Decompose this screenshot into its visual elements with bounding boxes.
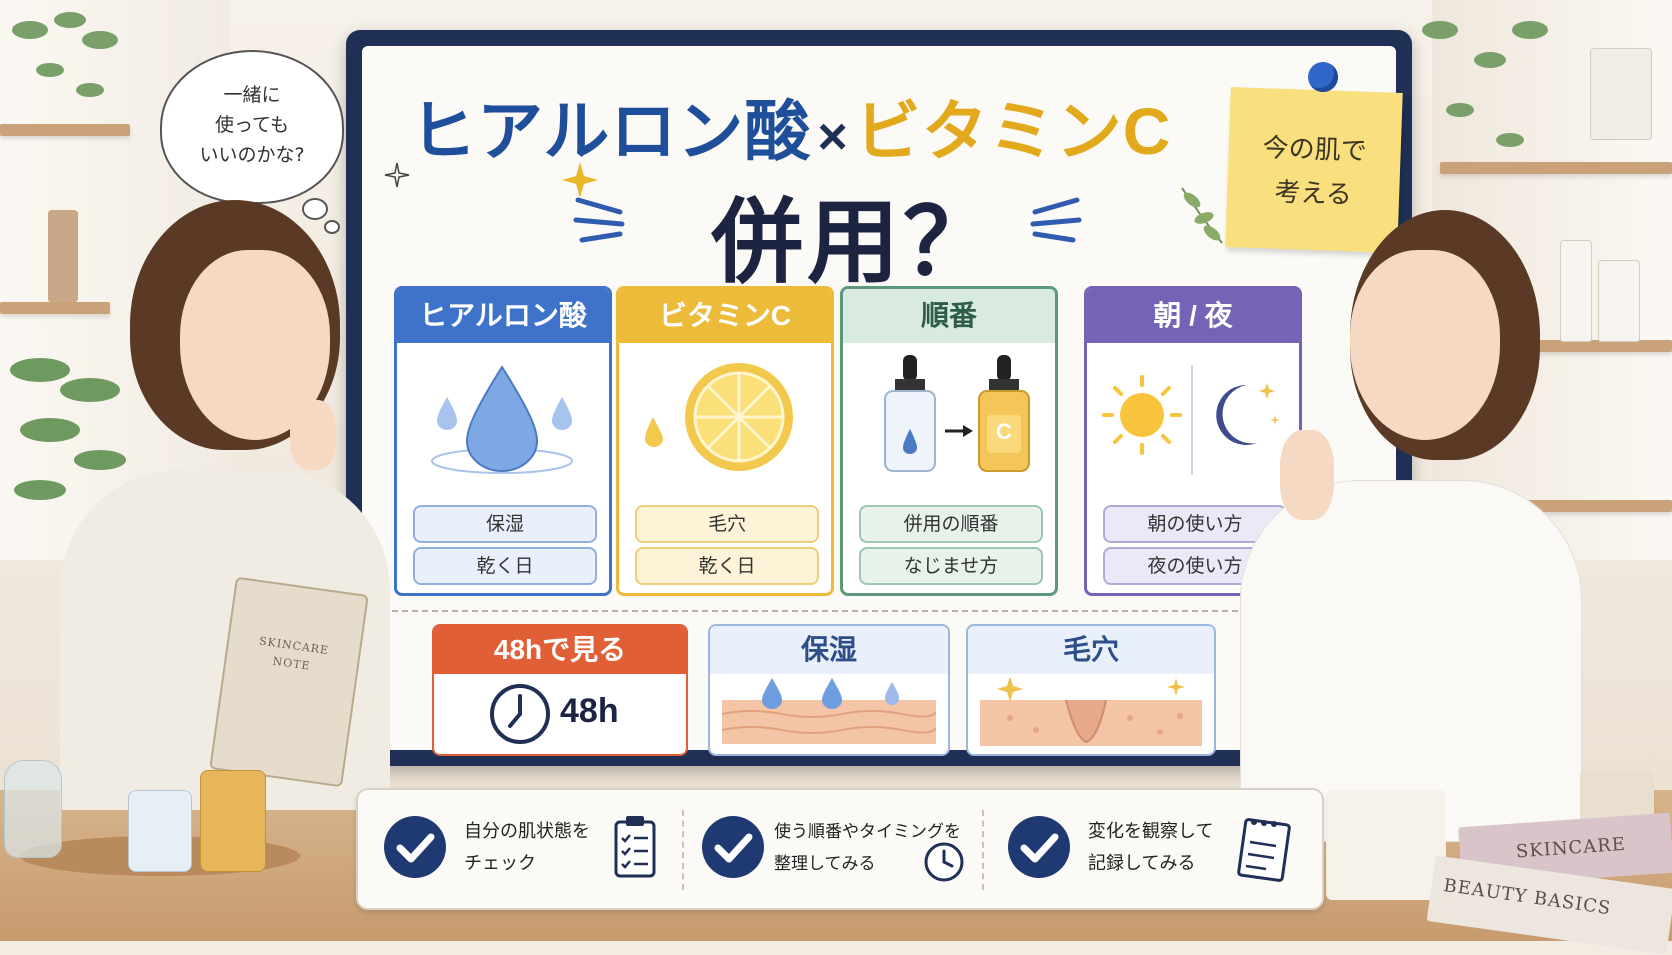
card-vitamin-c: ビタミンC 毛穴 乾く日 bbox=[616, 286, 834, 596]
skin-moisture-icon bbox=[722, 678, 936, 744]
panel-48h: 48hで見る 48h bbox=[432, 624, 688, 756]
woman-right-face bbox=[1350, 250, 1500, 440]
card-title: 朝 / 夜 bbox=[1087, 289, 1299, 343]
skin-pore-icon bbox=[980, 678, 1202, 746]
card-item: 乾く日 bbox=[635, 547, 819, 585]
checklist-item: 使う順番やタイミングを 整理してみる bbox=[702, 810, 972, 884]
serum-bottle-amber bbox=[200, 770, 266, 872]
glass-vase bbox=[4, 760, 62, 858]
shelf-bottle bbox=[48, 210, 78, 302]
panel-value: 48h bbox=[560, 692, 619, 730]
woman-right-hand bbox=[1280, 430, 1334, 520]
right-shelf-bottom bbox=[1520, 500, 1672, 512]
bubble-line-3: いいのかな? bbox=[199, 144, 305, 166]
book-title: BEAUTY BASICS bbox=[1442, 874, 1613, 920]
open-book bbox=[1326, 790, 1446, 900]
check-icon bbox=[1008, 816, 1070, 878]
right-shelf-top bbox=[1440, 162, 1672, 174]
card-title: ビタミンC bbox=[619, 289, 831, 343]
card-order: 順番 C 併用の順番 なじませ方 bbox=[840, 286, 1058, 596]
bubble-line-1: 一緒に bbox=[223, 84, 281, 106]
headline: ヒアルロン酸 ×ビタミンC bbox=[410, 78, 1190, 168]
clipboard-icon bbox=[614, 816, 656, 878]
card-item: なじませ方 bbox=[859, 547, 1043, 585]
lemon-icon bbox=[645, 363, 793, 471]
book-title: SKINCARE bbox=[1515, 833, 1627, 863]
emphasis-lines-icon bbox=[573, 197, 625, 243]
bubble-dot bbox=[324, 220, 340, 234]
serum-bottle-clear bbox=[128, 790, 192, 872]
serum-bottles-icon bbox=[884, 355, 1030, 472]
shelf-bottle bbox=[1598, 260, 1640, 342]
headline-vitamin-c: ビタミンC bbox=[854, 94, 1172, 168]
sun-moon-icon bbox=[1102, 365, 1280, 475]
bubble-line-2: 使っても bbox=[214, 114, 290, 136]
bubble-dot bbox=[302, 198, 328, 220]
checklist-line: 記録してみる bbox=[1088, 853, 1196, 874]
check-icon bbox=[702, 816, 764, 878]
panel-title: 毛穴 bbox=[968, 626, 1214, 674]
hanging-plant-left bbox=[12, 12, 118, 97]
checklist-line: 自分の肌状態を bbox=[464, 821, 590, 842]
sticky-line-1: 今の肌で bbox=[1262, 133, 1368, 167]
card-title: 順番 bbox=[843, 289, 1055, 343]
woman-left-hand bbox=[290, 400, 336, 470]
card-item: 保湿 bbox=[413, 505, 597, 543]
leaf-sprig-icon bbox=[1181, 187, 1223, 244]
panel-pores: 毛穴 bbox=[966, 624, 1216, 756]
divider bbox=[392, 610, 1358, 612]
sticky-note: 今の肌で 考える bbox=[1225, 87, 1403, 253]
left-shelf-bottom bbox=[0, 302, 110, 314]
sparkle-icon bbox=[384, 162, 410, 188]
skincare-notebook: SKINCARE NOTE bbox=[209, 576, 369, 788]
hanging-plant-right bbox=[1422, 21, 1548, 147]
panel-moisture: 保湿 bbox=[708, 624, 950, 756]
headline-main: 併用？ bbox=[710, 192, 999, 294]
headline-times: × bbox=[817, 108, 849, 166]
checklist-item: 自分の肌状態を チェック bbox=[384, 810, 674, 884]
headline-hyaluronic: ヒアルロン酸 bbox=[410, 94, 812, 168]
checklist-divider bbox=[982, 810, 984, 890]
card-item: 併用の順番 bbox=[859, 505, 1043, 543]
card-hyaluronic: ヒアルロン酸 保湿 乾く日 bbox=[394, 286, 612, 596]
clock-icon bbox=[924, 842, 964, 882]
card-item: 毛穴 bbox=[635, 505, 819, 543]
panel-title: 48hで見る bbox=[434, 626, 686, 674]
checklist-item: 変化を観察して 記録してみる bbox=[1008, 810, 1308, 884]
emphasis-lines-icon bbox=[1030, 197, 1082, 243]
checklist-line: チェック bbox=[464, 853, 536, 874]
checklist-divider bbox=[682, 810, 684, 890]
pushpin-icon bbox=[1308, 62, 1338, 92]
shelf-bottle bbox=[1560, 240, 1592, 342]
card-title: ヒアルロン酸 bbox=[397, 289, 609, 343]
notepad-icon bbox=[1237, 818, 1291, 882]
card-item: 乾く日 bbox=[413, 547, 597, 585]
check-icon bbox=[384, 816, 446, 878]
sticky-line-2: 考える bbox=[1274, 177, 1353, 211]
bottle-c-label: C bbox=[996, 419, 1012, 444]
checklist-text: 自分の肌状態を チェック bbox=[464, 816, 614, 880]
thought-bubble: 一緒に 使っても いいのかな? bbox=[160, 50, 344, 204]
checklist-line: 変化を観察して bbox=[1088, 821, 1214, 842]
panel-title: 保湿 bbox=[710, 626, 948, 674]
water-drop-icon bbox=[431, 365, 573, 474]
clock-icon bbox=[490, 684, 550, 744]
checklist-text: 変化を観察して 記録してみる bbox=[1088, 816, 1238, 880]
